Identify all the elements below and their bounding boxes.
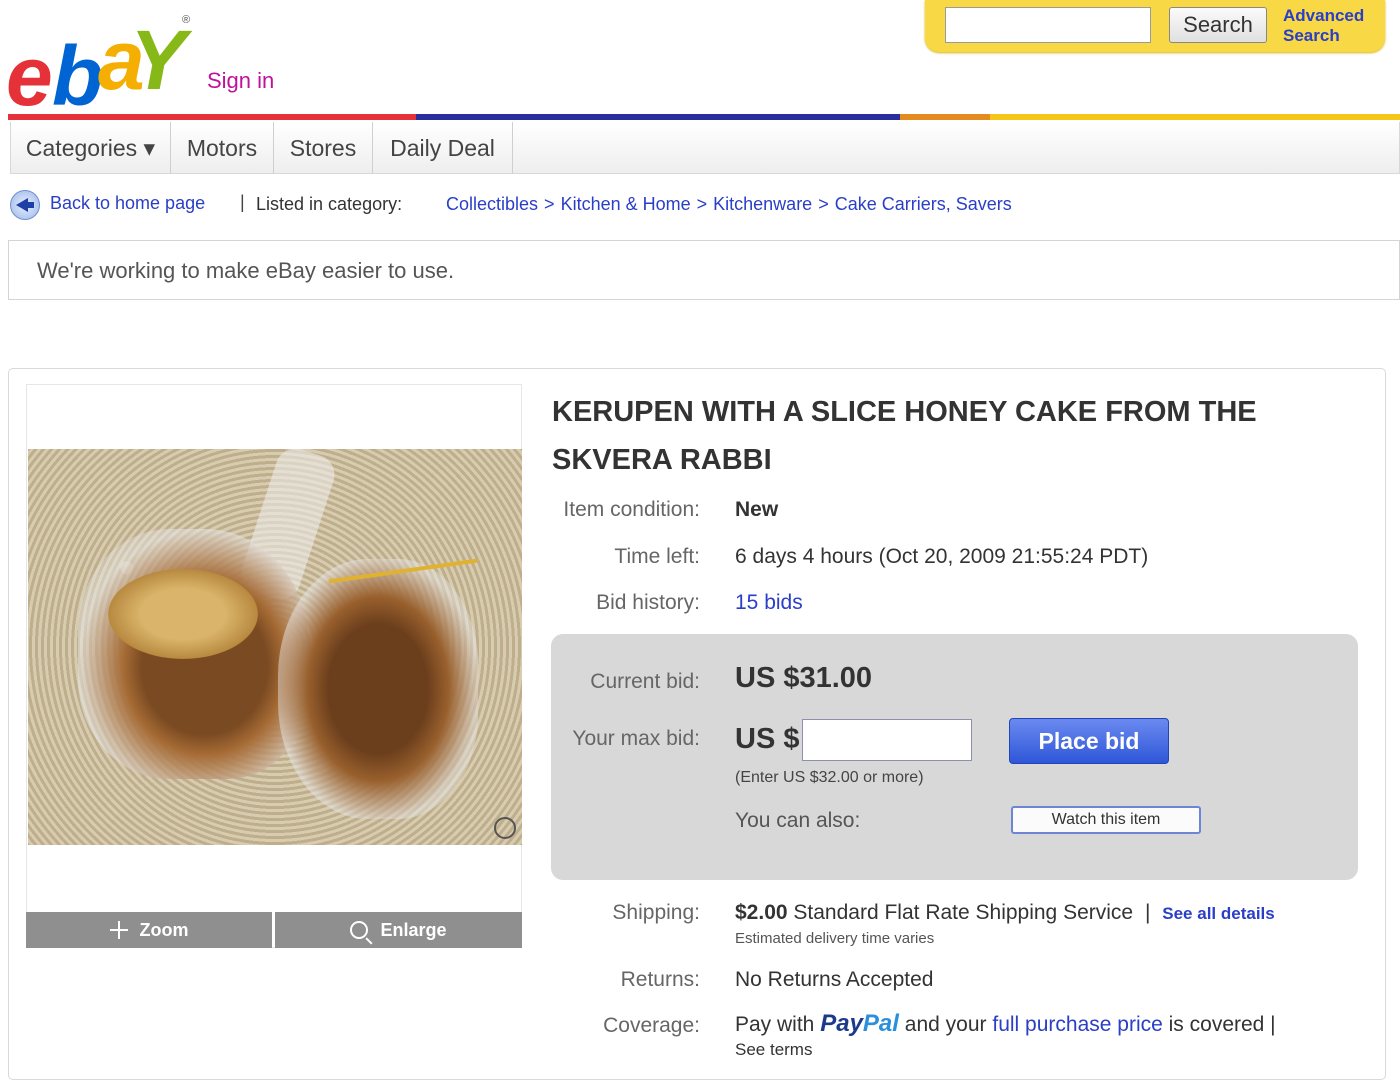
condition-value: New [735, 498, 779, 521]
returns-value: No Returns Accepted [735, 968, 934, 991]
item-title: KERUPEN WITH A SLICE HONEY CAKE FROM THE… [552, 396, 1257, 476]
tab-motors[interactable]: Motors [171, 122, 274, 174]
zoom-label: Zoom [139, 919, 189, 940]
logo-letter-e: e [6, 29, 53, 123]
ebay-logo[interactable]: e b a Y ® [6, 13, 191, 123]
zoom-button[interactable]: Zoom [26, 912, 272, 948]
time-left-label: Time left: [614, 545, 700, 568]
stripe-red [8, 114, 416, 120]
stripe-blue [416, 114, 900, 120]
photo-cake-top [108, 569, 258, 659]
tab-stores[interactable]: Stores [274, 122, 373, 174]
time-left-value: 6 days 4 hours (Oct 20, 2009 21:55:24 PD… [735, 545, 1149, 568]
delivery-estimate: Estimated delivery time varies [735, 930, 935, 947]
coverage-text-before: Pay with [735, 1013, 815, 1036]
full-purchase-price-link[interactable]: full purchase price [992, 1013, 1162, 1036]
tab-categories[interactable]: Categories ▾ [11, 122, 171, 174]
tab-daily-deal[interactable]: Daily Deal [373, 122, 513, 174]
advanced-label-line1: Advanced [1283, 6, 1365, 25]
magnifier-icon [350, 921, 369, 939]
max-bid-input[interactable] [802, 719, 972, 761]
item-photo[interactable] [28, 449, 522, 845]
current-bid-value: US $31.00 [735, 662, 873, 694]
coverage-label: Coverage: [603, 1014, 700, 1037]
shipping-separator: | [1144, 901, 1151, 924]
paypal-pal-text: Pal [862, 1010, 899, 1037]
bid-hint: (Enter US $32.00 or more) [735, 769, 924, 786]
shipping-service: Standard Flat Rate Shipping Service [793, 901, 1134, 924]
nav-bar: Categories ▾ Motors Stores Daily Deal [10, 122, 1400, 174]
category-link-kitchen-home[interactable]: Kitchen & Home [561, 194, 691, 214]
breadcrumb-arrow: > [818, 194, 829, 214]
shipping-label: Shipping: [612, 901, 700, 924]
condition-label: Item condition: [563, 498, 700, 521]
category-link-collectibles[interactable]: Collectibles [446, 194, 538, 214]
logo-letter-b: b [52, 29, 103, 123]
color-stripe [8, 114, 1400, 120]
category-path: Collectibles > Kitchen & Home > Kitchenware >… [446, 194, 1012, 215]
max-bid-label: Your max bid: [572, 727, 700, 750]
bid-history-link[interactable]: 15 bids [735, 591, 803, 615]
listed-in-label: Listed in category: [256, 194, 403, 214]
enlarge-label: Enlarge [380, 919, 447, 940]
bid-history-label: Bid history: [596, 591, 700, 614]
currency-prefix: US $ [735, 723, 800, 755]
watermark-icon [494, 817, 516, 839]
shipping-value: $2.00 Standard Flat Rate Shipping Servic… [735, 901, 1275, 925]
see-terms-link[interactable]: See terms [735, 1040, 812, 1060]
back-to-home-link[interactable]: Back to home page [50, 193, 205, 214]
category-link-cake-carriers[interactable]: Cake Carriers, Savers [835, 194, 1012, 214]
notice-text: We're working to make eBay easier to use… [37, 258, 455, 283]
back-arrow-icon[interactable] [10, 190, 40, 220]
registered-mark: ® [182, 14, 191, 26]
notice-banner: We're working to make eBay easier to use… [8, 240, 1400, 300]
breadcrumb-arrow: > [544, 194, 555, 214]
advanced-search-link[interactable]: Advanced Search [1283, 6, 1364, 46]
sign-in-link[interactable]: Sign in [207, 68, 274, 94]
returns-label: Returns: [620, 968, 700, 991]
breadcrumb-separator: | [240, 192, 245, 212]
watch-item-button[interactable]: Watch this item [1011, 806, 1201, 834]
current-bid-label: Current bid: [590, 670, 700, 693]
paypal-logo: PayPal [820, 1010, 899, 1037]
see-all-details-link[interactable]: See all details [1162, 904, 1274, 923]
category-link-kitchenware[interactable]: Kitchenware [713, 194, 812, 214]
coverage-text-mid: and your [904, 1013, 987, 1036]
logo-letter-y: Y [130, 13, 186, 107]
place-bid-button[interactable]: Place bid [1009, 718, 1169, 764]
advanced-label-line2: Search [1283, 26, 1340, 45]
coverage-text-after: is covered | [1168, 1013, 1276, 1036]
coverage-value: Pay with PayPal and your full purchase p… [735, 1010, 1276, 1038]
paypal-pay-text: Pay [820, 1010, 863, 1037]
search-button[interactable]: Search [1169, 7, 1267, 43]
breadcrumb-arrow: > [696, 194, 708, 214]
you-can-also-label: You can also: [735, 809, 861, 832]
shipping-price: $2.00 [735, 901, 788, 924]
stripe-yellow [990, 114, 1400, 120]
breadcrumb: Back to home page | Listed in category: … [10, 186, 1400, 222]
stripe-orange [900, 114, 990, 120]
crosshair-icon [109, 921, 128, 939]
search-bar: Search Advanced Search [925, 0, 1385, 52]
search-input[interactable] [945, 7, 1151, 43]
enlarge-button[interactable]: Enlarge [275, 912, 522, 948]
photo-bag-right [278, 559, 478, 819]
